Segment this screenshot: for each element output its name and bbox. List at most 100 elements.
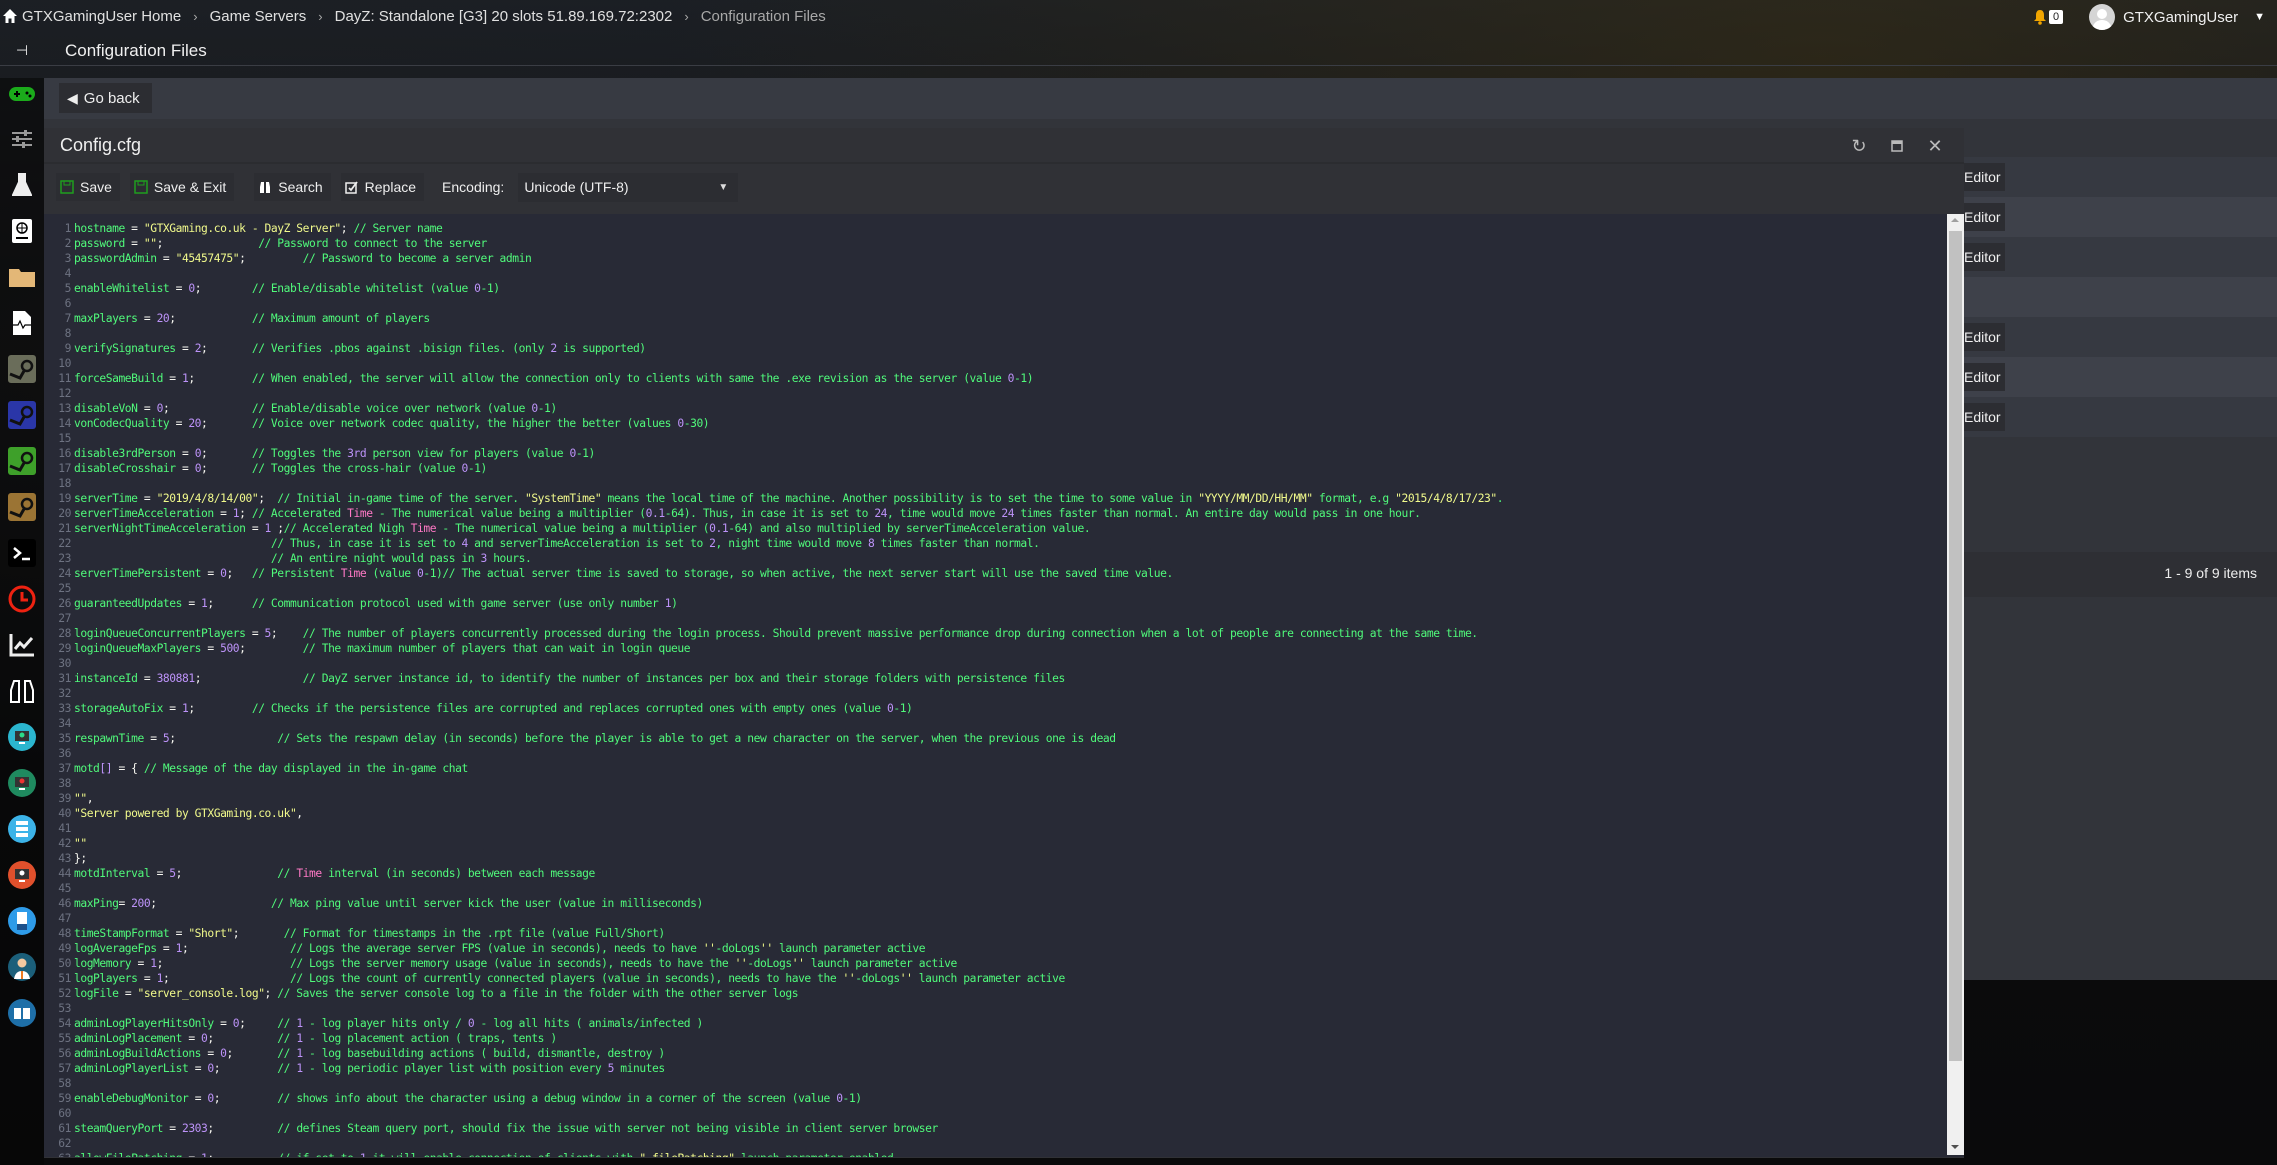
sd-card-icon[interactable] xyxy=(6,905,38,937)
code-line[interactable]: 14 vonCodecQuality = 20; // Voice over ne… xyxy=(44,416,1503,431)
code-line[interactable]: 63allowFilePatching = 1; // if set to 1 … xyxy=(44,1151,1503,1157)
code-line[interactable]: 11 forceSameBuild = 1; // When enabled, t… xyxy=(44,371,1503,386)
code-line[interactable]: 54 adminLogPlayerHitsOnly = 0; // 1 - log… xyxy=(44,1016,1503,1031)
code-line[interactable]: 59 enableDebugMonitor = 0; // shows info … xyxy=(44,1091,1503,1106)
code-line[interactable]: 29 loginQueueMaxPlayers = 500; // The max… xyxy=(44,641,1503,656)
server-list-icon[interactable] xyxy=(6,813,38,845)
scroll-up-icon[interactable] xyxy=(1951,218,1959,222)
book-icon[interactable] xyxy=(6,997,38,1029)
chart-icon[interactable] xyxy=(6,629,38,661)
go-back-button[interactable]: ◀ Go back xyxy=(59,83,152,113)
maximize-icon[interactable] xyxy=(1878,134,1916,158)
folder-icon[interactable] xyxy=(6,261,38,293)
file-activity-icon[interactable] xyxy=(6,307,38,339)
code-line[interactable]: 8 xyxy=(44,326,1503,341)
code-line[interactable]: 2 password = ""; // Password to connect t… xyxy=(44,236,1503,251)
code-line[interactable]: 51 logPlayers = 1; // Logs the count of c… xyxy=(44,971,1503,986)
code-line[interactable]: 50 logMemory = 1; // Logs the server memo… xyxy=(44,956,1503,971)
gamepad-icon[interactable] xyxy=(6,78,38,110)
code-line[interactable]: 6 xyxy=(44,296,1503,311)
code-line[interactable]: 13 disableVoN = 0; // Enable/disable voic… xyxy=(44,401,1503,416)
code-line[interactable]: 10 xyxy=(44,356,1503,371)
avatar[interactable] xyxy=(2089,4,2116,30)
encoding-select[interactable]: Unicode (UTF-8) ▼ xyxy=(518,172,739,202)
code-line[interactable]: 55 adminLogPlacement = 0; // 1 - log plac… xyxy=(44,1031,1503,1046)
code-line[interactable]: 39 "", xyxy=(44,791,1503,806)
code-line[interactable]: 48 timeStampFormat = "Short"; // Format f… xyxy=(44,926,1503,941)
editor-button[interactable]: Editor xyxy=(1962,363,2005,391)
code-line[interactable]: 42 "" xyxy=(44,836,1503,851)
code-line[interactable]: 26 guaranteedUpdates = 1; // Communicatio… xyxy=(44,596,1503,611)
steam-blue-icon[interactable] xyxy=(6,399,38,431)
code-line[interactable]: 1 hostname = "GTXGaming.co.uk - DayZ Serv… xyxy=(44,221,1503,236)
scroll-thumb[interactable] xyxy=(1949,231,1962,1061)
code-line[interactable]: 57 adminLogPlayerList = 0; // 1 - log per… xyxy=(44,1061,1503,1076)
code-line[interactable]: 18 xyxy=(44,476,1503,491)
code-line[interactable]: 46 maxPing= 200; // Max ping value until … xyxy=(44,896,1503,911)
breadcrumb-server[interactable]: DayZ: Standalone [G3] 20 slots 51.89.169… xyxy=(335,8,673,25)
code-line[interactable]: 32 xyxy=(44,686,1503,701)
steam-gray-icon[interactable] xyxy=(6,353,38,385)
code-line[interactable]: 34 xyxy=(44,716,1503,731)
caret-down-icon[interactable]: ▼ xyxy=(2254,11,2265,23)
monitor-green-icon[interactable] xyxy=(6,767,38,799)
code-line[interactable]: 25 xyxy=(44,581,1503,596)
sliders-icon[interactable] xyxy=(6,123,38,155)
editor-button[interactable]: Editor xyxy=(1962,403,2005,431)
code-line[interactable]: 31 instanceId = 380881; // DayZ server in… xyxy=(44,671,1503,686)
code-line[interactable]: 38 xyxy=(44,776,1503,791)
code-line[interactable]: 20 serverTimeAcceleration = 1; // Acceler… xyxy=(44,506,1503,521)
code-line[interactable]: 19 serverTime = "2019/4/8/14/00"; // Init… xyxy=(44,491,1503,506)
search-button[interactable]: Search xyxy=(254,173,331,201)
support-user-icon[interactable] xyxy=(6,951,38,983)
code-line[interactable]: 49 logAverageFps = 1; // Logs the average… xyxy=(44,941,1503,956)
code-line[interactable]: 60 xyxy=(44,1106,1503,1121)
pin-icon[interactable]: ⊣ xyxy=(0,42,44,59)
code-line[interactable]: 9 verifySignatures = 2; // Verifies .pbos… xyxy=(44,341,1503,356)
code-editor[interactable]: 1 hostname = "GTXGaming.co.uk - DayZ Serv… xyxy=(44,214,1964,1157)
code-line[interactable]: 27 xyxy=(44,611,1503,626)
code-line[interactable]: 35 respawnTime = 5; // Sets the respawn d… xyxy=(44,731,1503,746)
code-line[interactable]: 45 xyxy=(44,881,1503,896)
code-line[interactable]: 37 motd[] = { // Message of the day displ… xyxy=(44,761,1503,776)
code-line[interactable]: 53 xyxy=(44,1001,1503,1016)
editor-button[interactable]: Editor xyxy=(1962,203,2005,231)
code-line[interactable]: 5 enableWhitelist = 0; // Enable/disable … xyxy=(44,281,1503,296)
code-line[interactable]: 21 serverNightTimeAcceleration = 1 ;// Ac… xyxy=(44,521,1503,536)
code-line[interactable]: 43}; xyxy=(44,851,1503,866)
code-line[interactable]: 23 // An entire night would pass in 3 ho… xyxy=(44,551,1503,566)
editor-button[interactable]: Editor xyxy=(1962,323,2005,351)
vertical-scrollbar[interactable] xyxy=(1947,214,1964,1155)
code-line[interactable]: 36 xyxy=(44,746,1503,761)
breadcrumb-game-servers[interactable]: Game Servers xyxy=(210,8,307,25)
editor-button[interactable]: Editor xyxy=(1962,243,2005,271)
code-line[interactable]: 30 xyxy=(44,656,1503,671)
code-line[interactable]: 47 xyxy=(44,911,1503,926)
bell-icon[interactable] xyxy=(2033,9,2047,25)
code-line[interactable]: 4 xyxy=(44,266,1503,281)
code-line[interactable]: 40 "Server powered by GTXGaming.co.uk", xyxy=(44,806,1503,821)
breadcrumb-home[interactable]: GTXGamingUser Home xyxy=(22,8,181,25)
monitor-blue-icon[interactable] xyxy=(6,721,38,753)
code-line[interactable]: 33 storageAutoFix = 1; // Checks if the p… xyxy=(44,701,1503,716)
code-line[interactable]: 22 // Thus, in case it is set to 4 and s… xyxy=(44,536,1503,551)
code-line[interactable]: 3 passwordAdmin = "45457475"; // Password… xyxy=(44,251,1503,266)
code-line[interactable]: 62 xyxy=(44,1136,1503,1151)
close-icon[interactable]: ✕ xyxy=(1916,134,1954,158)
steam-green-icon[interactable] xyxy=(6,445,38,477)
steam-brown-icon[interactable] xyxy=(6,491,38,523)
code-line[interactable]: 28 loginQueueConcurrentPlayers = 5; // Th… xyxy=(44,626,1503,641)
refresh-icon[interactable]: ↻ xyxy=(1840,134,1878,158)
save-button[interactable]: Save xyxy=(56,173,120,201)
terminal-icon[interactable] xyxy=(6,537,38,569)
save-exit-button[interactable]: Save & Exit xyxy=(129,173,235,201)
code-line[interactable]: 16 disable3rdPerson = 0; // Toggles the 3… xyxy=(44,446,1503,461)
code-line[interactable]: 24 serverTimePersistent = 0; // Persisten… xyxy=(44,566,1503,581)
scroll-down-icon[interactable] xyxy=(1951,1145,1959,1149)
flask-icon[interactable] xyxy=(6,169,38,201)
username[interactable]: GTXGamingUser xyxy=(2123,9,2238,26)
code-line[interactable]: 17 disableCrosshair = 0; // Toggles the c… xyxy=(44,461,1503,476)
code-line[interactable]: 41 xyxy=(44,821,1503,836)
code-line[interactable]: 52 logFile = "server_console.log"; // Sav… xyxy=(44,986,1503,1001)
editor-button[interactable]: Editor xyxy=(1962,163,2005,191)
